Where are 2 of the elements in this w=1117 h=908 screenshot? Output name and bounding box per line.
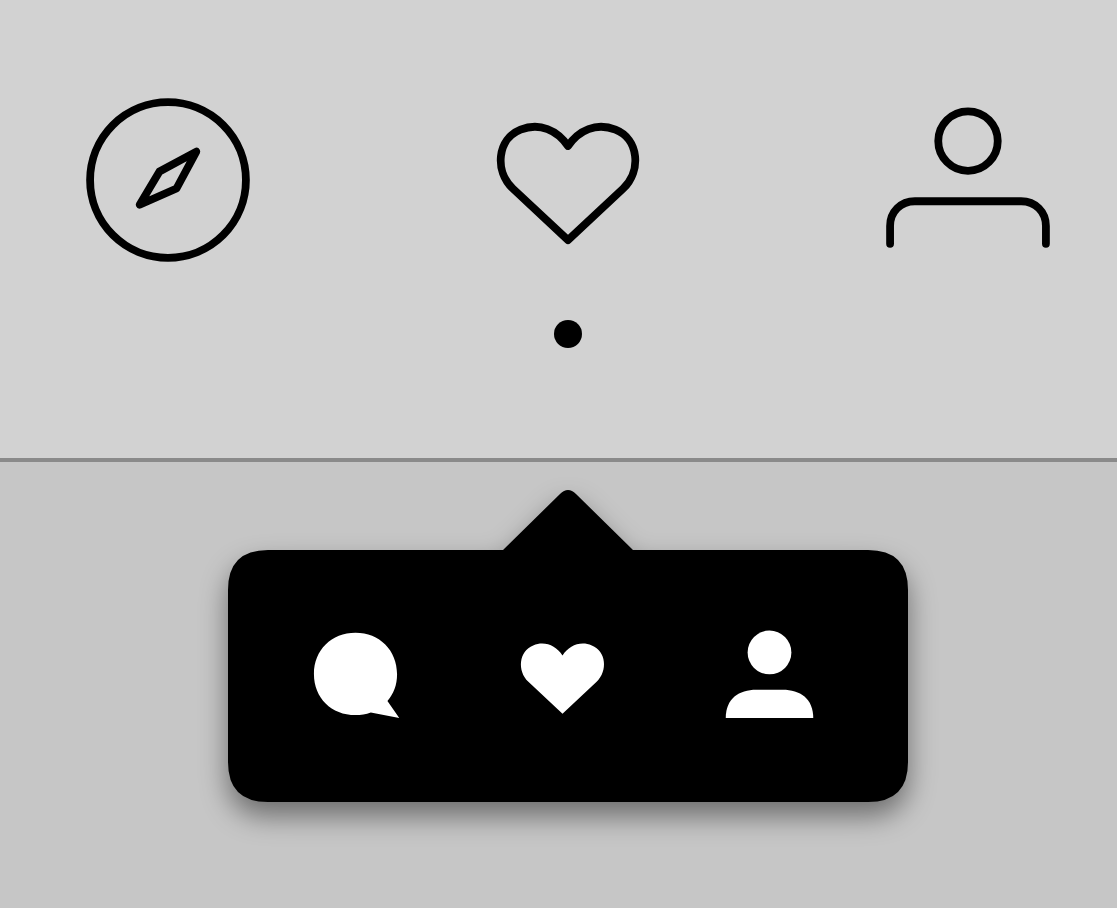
compass-icon	[83, 95, 253, 265]
nav-tab[interactable]	[83, 95, 253, 265]
